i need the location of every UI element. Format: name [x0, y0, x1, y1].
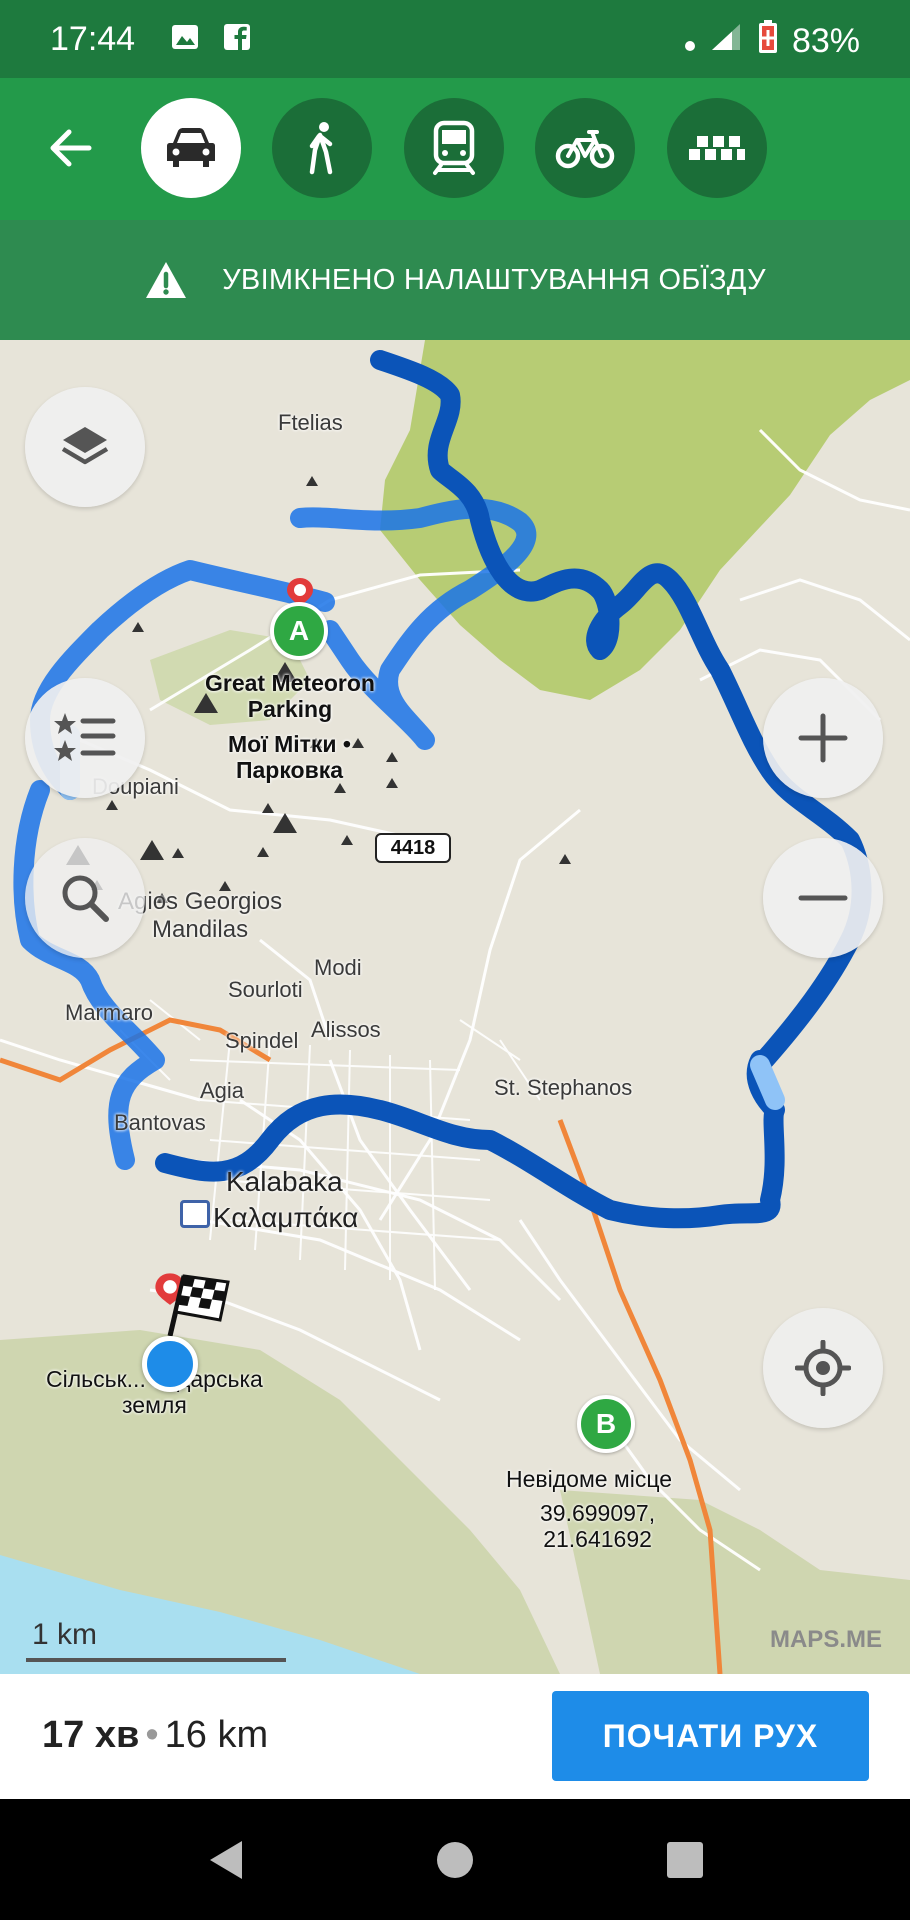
zoom-in-button[interactable] [763, 678, 883, 798]
route-summary: 17 хв • 16 km [42, 1714, 268, 1757]
taxi-mode-button[interactable] [667, 98, 767, 198]
bicycle-icon [555, 130, 615, 169]
route-bottom-panel: 17 хв • 16 km ПОЧАТИ РУХ [0, 1674, 910, 1799]
car-icon [167, 128, 215, 167]
label-marmaro: Marmaro [65, 1000, 154, 1025]
image-icon [170, 22, 200, 57]
detour-banner[interactable]: УВІМКНЕНО НАЛАШТУВАННЯ ОБЇЗДУ [0, 220, 910, 340]
maps-me-watermark: MAPS.ME [769, 1626, 882, 1653]
transport-mode-bar [0, 78, 910, 220]
route-distance: 16 km [164, 1714, 269, 1756]
bike-mode-button[interactable] [535, 98, 635, 198]
route-end-marker-b[interactable]: B [577, 1395, 635, 1453]
detour-banner-text: УВІМКНЕНО НАЛАШТУВАННЯ ОБЇЗДУ [222, 263, 766, 296]
label-kalabaka: Kalabaka [226, 1166, 343, 1197]
transit-mode-button[interactable] [404, 98, 504, 198]
map-scale: 1 km [26, 1618, 286, 1662]
plus-icon [798, 713, 848, 763]
battery-percent: 83% [791, 22, 860, 60]
system-navigation-bar [0, 1799, 910, 1920]
label-unknown-place: Невідоме місце [506, 1466, 673, 1492]
minus-icon [798, 895, 848, 901]
start-navigation-button[interactable]: ПОЧАТИ РУХ [552, 1691, 869, 1781]
arrow-left-icon [50, 129, 92, 167]
label-agia: Agia [200, 1078, 245, 1103]
label-my-marks: Мої Мітки • Парковка [228, 731, 351, 784]
status-bar: 17:44 83% [0, 0, 910, 78]
train-icon [433, 120, 475, 175]
search-icon [62, 875, 109, 922]
nav-back-button[interactable] [200, 1835, 250, 1885]
map-view[interactable]: Ftelias Great Meteoron Parking Мої Мітки… [0, 340, 910, 1674]
label-st-stephanos: St. Stephanos [494, 1075, 633, 1100]
scale-bar [26, 1658, 286, 1662]
my-location-button[interactable] [763, 1308, 883, 1428]
label-modi: Modi [314, 955, 362, 980]
crosshair-icon [795, 1340, 851, 1396]
camper-icon [180, 1200, 210, 1228]
road-shield-4418: 4418 [375, 833, 451, 863]
label-kalampaka-greek: Καλαμπάκα [213, 1202, 359, 1233]
warning-icon [146, 262, 187, 298]
layers-button[interactable] [25, 387, 145, 507]
label-bantovas: Bantovas [114, 1110, 206, 1135]
route-separator: • [145, 1714, 159, 1756]
bookmarks-button[interactable] [25, 678, 145, 798]
label-ftelias: Ftelias [278, 410, 343, 435]
current-location-dot [142, 1336, 198, 1392]
label-coordinates: 39.699097, 21.641692 [540, 1500, 656, 1553]
label-sourloti: Sourloti [228, 977, 303, 1002]
car-mode-button[interactable] [141, 98, 241, 198]
zoom-out-button[interactable] [763, 838, 883, 958]
status-time: 17:44 [50, 20, 136, 58]
route-start-marker-a[interactable]: A [270, 602, 328, 660]
battery-icon [758, 20, 778, 63]
circle-home-icon [437, 1842, 473, 1878]
route-time: 17 хв [42, 1714, 140, 1756]
square-recents-icon [667, 1842, 703, 1878]
triangle-back-icon [210, 1841, 242, 1879]
nav-home-button[interactable] [430, 1835, 480, 1885]
label-spindel: Spindel [225, 1028, 299, 1053]
notification-dot-icon [684, 22, 696, 61]
label-alissos: Alissos [311, 1017, 381, 1042]
starred-list-icon [54, 713, 116, 761]
back-button[interactable] [40, 118, 100, 178]
signal-icon [710, 22, 744, 61]
search-button[interactable] [25, 838, 145, 958]
pedestrian-icon [309, 122, 333, 175]
taxi-icon [689, 136, 745, 160]
layers-icon [61, 427, 109, 465]
label-great-meteoron: Great Meteoron Parking [205, 670, 375, 723]
finish-flag-icon [167, 1274, 230, 1337]
walk-mode-button[interactable] [272, 98, 372, 198]
facebook-icon [222, 22, 252, 57]
nav-recents-button[interactable] [660, 1835, 710, 1885]
scale-label: 1 km [32, 1618, 98, 1651]
